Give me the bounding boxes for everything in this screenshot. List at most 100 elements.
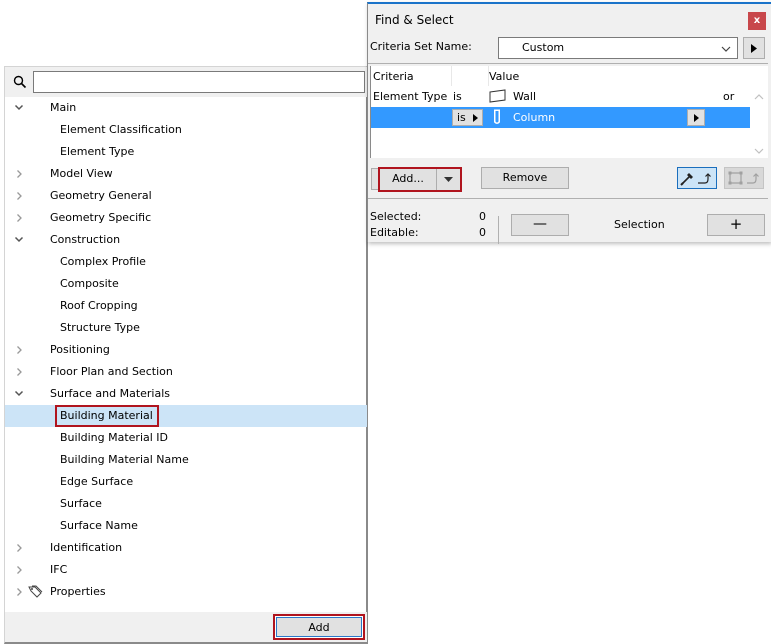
tree-item[interactable]: Building Material Name bbox=[5, 449, 367, 471]
remove-button[interactable]: Remove bbox=[481, 167, 569, 189]
tree-item-label: Surface Name bbox=[60, 519, 138, 532]
header-criteria: Criteria bbox=[373, 70, 414, 83]
divider bbox=[368, 198, 768, 199]
tree-group[interactable]: Positioning bbox=[5, 339, 367, 361]
tree-item[interactable]: Complex Profile bbox=[5, 251, 367, 273]
column-icon bbox=[493, 109, 501, 128]
criteria-conjunction: or bbox=[723, 90, 735, 103]
chevron-down-icon[interactable] bbox=[13, 383, 25, 405]
close-icon: x bbox=[753, 15, 761, 26]
play-arrow-icon bbox=[694, 114, 699, 122]
chevron-right-icon[interactable] bbox=[13, 339, 25, 361]
tree-group[interactable]: Surface and Materials bbox=[5, 383, 367, 405]
tree-group[interactable]: Geometry General bbox=[5, 185, 367, 207]
chevron-right-icon[interactable] bbox=[13, 581, 25, 603]
tree-item[interactable]: Surface Name bbox=[5, 515, 367, 537]
criteria-set-select[interactable]: Custom bbox=[498, 37, 738, 59]
search-bar bbox=[5, 67, 367, 97]
criteria-tree: Main Element Classification Element Type Mo… bbox=[5, 97, 367, 603]
add-dropdown-button[interactable] bbox=[436, 169, 460, 190]
tree-footer: Add bbox=[5, 612, 367, 642]
triangle-down-icon bbox=[444, 177, 453, 182]
tree-item-label: Complex Profile bbox=[60, 255, 146, 268]
dialog-title: Find & Select bbox=[375, 13, 454, 27]
chevron-right-icon[interactable] bbox=[13, 559, 25, 581]
chevron-right-icon[interactable] bbox=[13, 163, 25, 185]
criteria-table: Criteria Value Element Type is Wall or i… bbox=[370, 66, 751, 158]
scroll-up-icon[interactable] bbox=[754, 94, 764, 100]
tree-item-label: Building Material bbox=[55, 405, 159, 427]
chevron-down-icon bbox=[721, 43, 731, 56]
criteria-set-menu-button[interactable] bbox=[743, 37, 765, 59]
tree-group[interactable]: Construction bbox=[5, 229, 367, 251]
search-input[interactable] bbox=[33, 71, 365, 93]
tree-item[interactable]: Surface bbox=[5, 493, 367, 515]
tree-item[interactable]: Composite bbox=[5, 273, 367, 295]
criteria-row-selected[interactable]: is Column bbox=[371, 107, 751, 128]
add-button[interactable]: Add... bbox=[380, 169, 436, 190]
criteria-value: Wall bbox=[513, 90, 537, 103]
marquee-select-button[interactable] bbox=[724, 167, 764, 189]
tree-item-label: Edge Surface bbox=[60, 475, 134, 488]
tree-group[interactable]: Model View bbox=[5, 163, 367, 185]
chevron-down-icon[interactable] bbox=[13, 97, 25, 119]
chevron-right-icon[interactable] bbox=[13, 537, 25, 559]
selected-label: Selected: bbox=[370, 210, 422, 223]
chevron-right-icon[interactable] bbox=[13, 207, 25, 229]
wall-icon bbox=[489, 89, 507, 106]
selection-label: Selection bbox=[614, 218, 665, 231]
tree-item[interactable]: Building Material bbox=[5, 405, 367, 427]
criteria-row[interactable]: Element Type is Wall or bbox=[371, 86, 751, 107]
tree-group[interactable]: Floor Plan and Section bbox=[5, 361, 367, 383]
criteria-scrollbar[interactable] bbox=[750, 66, 768, 158]
header-value: Value bbox=[489, 70, 520, 83]
tree-item-label: Geometry General bbox=[50, 189, 152, 202]
value-menu-button[interactable] bbox=[687, 109, 705, 126]
tree-item-label: Surface bbox=[60, 497, 102, 510]
tag-icon bbox=[27, 585, 43, 599]
add-criteria-button-label: Add bbox=[276, 617, 362, 637]
tree-group[interactable]: Properties bbox=[5, 581, 367, 603]
criteria-name: Element Type bbox=[373, 90, 448, 103]
chevron-right-icon[interactable] bbox=[13, 185, 25, 207]
scroll-down-icon[interactable] bbox=[754, 148, 764, 154]
close-button[interactable]: x bbox=[748, 12, 766, 30]
add-criteria-button[interactable]: Add bbox=[273, 614, 365, 640]
add-to-selection-button[interactable]: + bbox=[707, 214, 765, 236]
chevron-right-icon[interactable] bbox=[13, 361, 25, 383]
tree-item[interactable]: Roof Cropping bbox=[5, 295, 367, 317]
tree-item-label: Floor Plan and Section bbox=[50, 365, 173, 378]
search-icon bbox=[13, 75, 27, 89]
tree-item-label: Construction bbox=[50, 233, 121, 246]
column-divider bbox=[451, 66, 452, 86]
tree-item[interactable]: Edge Surface bbox=[5, 471, 367, 493]
criteria-table-header: Criteria Value bbox=[371, 66, 751, 86]
tree-item-label: IFC bbox=[50, 563, 68, 576]
remove-from-selection-button[interactable]: — bbox=[511, 214, 569, 236]
divider bbox=[368, 63, 768, 64]
criteria-operator: is bbox=[453, 90, 462, 103]
chevron-down-icon[interactable] bbox=[13, 229, 25, 251]
tree-item-label: Building Material ID bbox=[60, 431, 169, 444]
eyedropper-arrow-icon bbox=[680, 173, 711, 186]
play-arrow-icon bbox=[751, 44, 757, 53]
operator-button[interactable]: is bbox=[452, 109, 483, 126]
tree-item[interactable]: Structure Type bbox=[5, 317, 367, 339]
tree-item-label: Positioning bbox=[50, 343, 110, 356]
tree-item[interactable]: Element Classification bbox=[5, 119, 367, 141]
tree-item-label: Identification bbox=[50, 541, 123, 554]
add-split-button[interactable]: Add... bbox=[378, 167, 462, 192]
tree-item[interactable]: Element Type bbox=[5, 141, 367, 163]
pick-up-parameters-button[interactable] bbox=[677, 167, 717, 189]
tree-group[interactable]: Main bbox=[5, 97, 367, 119]
tree-item-label: Main bbox=[50, 101, 77, 114]
tree-item[interactable]: Building Material ID bbox=[5, 427, 367, 449]
tree-group[interactable]: Identification bbox=[5, 537, 367, 559]
plus-icon: + bbox=[729, 215, 743, 233]
tree-item-label: Element Classification bbox=[60, 123, 182, 136]
marquee-arrow-icon bbox=[728, 171, 759, 185]
tree-group[interactable]: IFC bbox=[5, 559, 367, 581]
tree-item-label: Element Type bbox=[60, 145, 135, 158]
tree-item-label: Geometry Specific bbox=[50, 211, 152, 224]
tree-group[interactable]: Geometry Specific bbox=[5, 207, 367, 229]
